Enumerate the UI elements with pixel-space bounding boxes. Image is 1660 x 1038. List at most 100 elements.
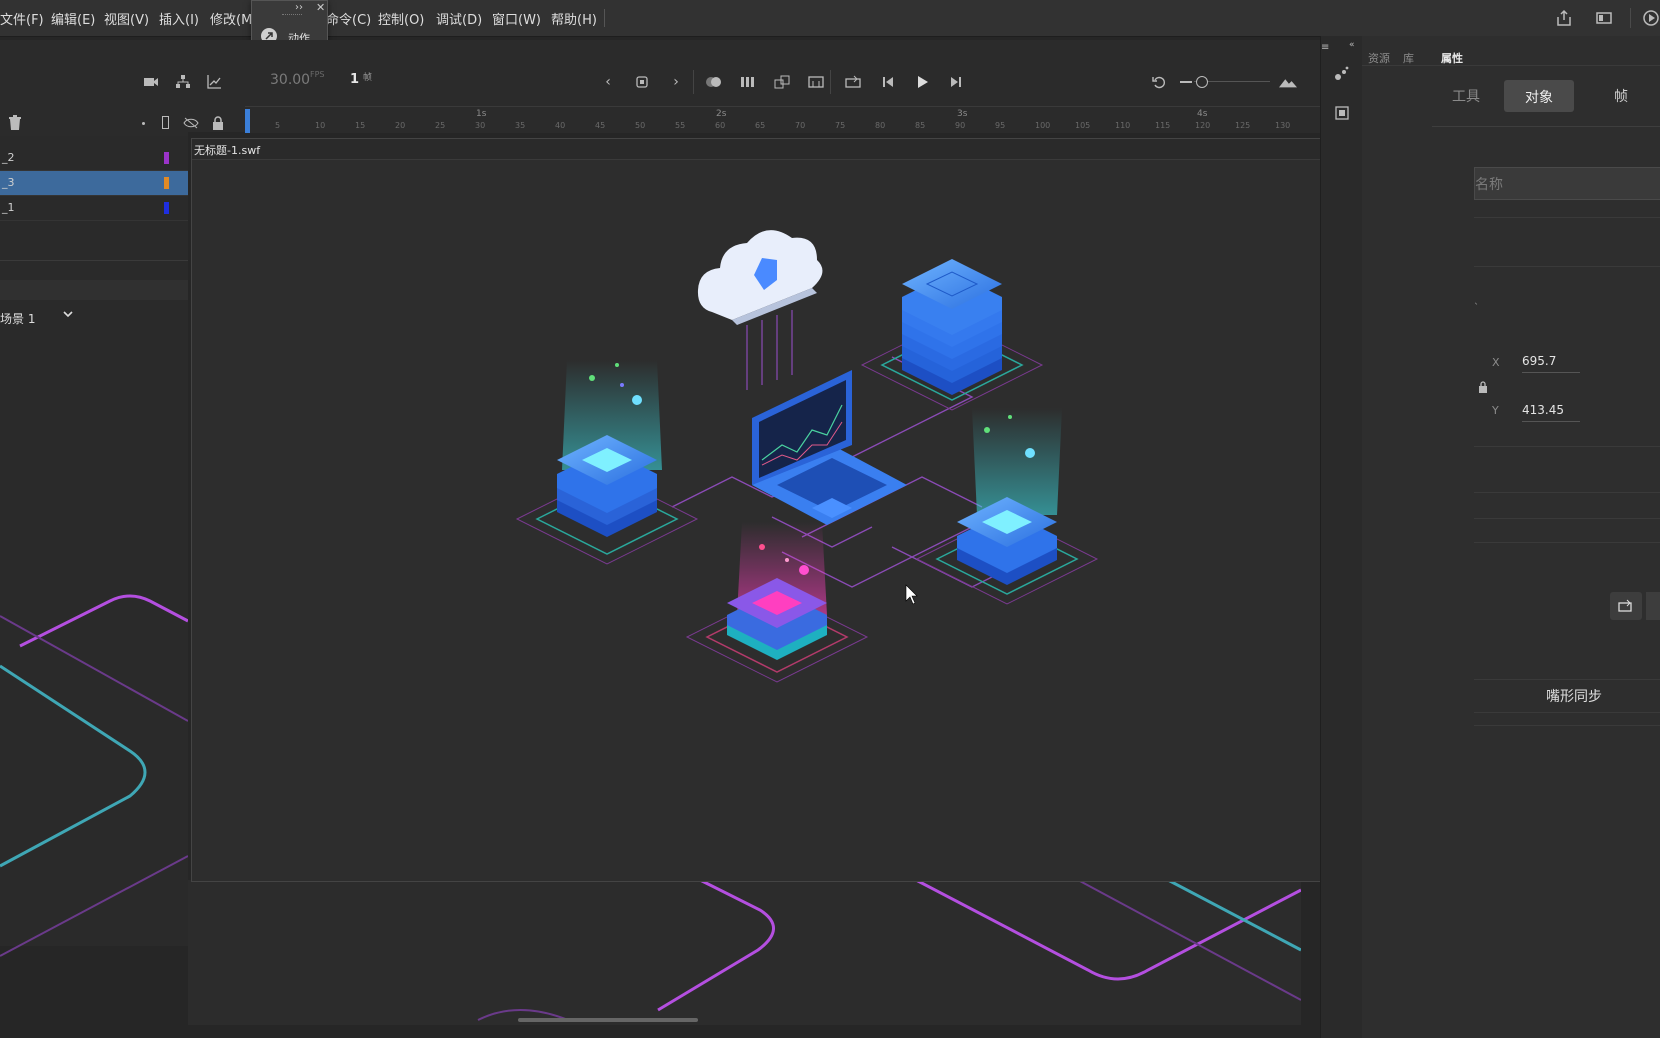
menu-modify[interactable]: 修改(M: [210, 9, 252, 28]
hamburger-icon[interactable]: ≡: [1321, 42, 1329, 53]
horizontal-scrollbar[interactable]: [518, 1018, 698, 1022]
step-back-icon[interactable]: [879, 73, 897, 91]
next-keyframe-icon[interactable]: ›: [667, 73, 685, 91]
name-input[interactable]: 名称: [1474, 167, 1660, 200]
menu-divider: [604, 9, 605, 27]
frame-tick-label: 115: [1155, 121, 1171, 130]
tab-properties[interactable]: 属性: [1441, 50, 1463, 66]
layer-row-selected[interactable]: _3: [0, 171, 188, 196]
play-icon[interactable]: [913, 73, 931, 91]
undo-zoom-icon[interactable]: [1150, 73, 1168, 91]
menu-control[interactable]: 控制(O): [378, 9, 424, 28]
layer-row[interactable]: _1: [0, 196, 188, 221]
close-icon[interactable]: ✕: [316, 1, 325, 14]
frame-tick-label: 100: [1035, 121, 1051, 130]
layer-row[interactable]: _2: [0, 146, 188, 171]
frame-tick-label: 125: [1235, 121, 1251, 130]
layer-color-swatch[interactable]: [164, 202, 169, 214]
divider: [1474, 542, 1660, 543]
timeline-ruler[interactable]: 1s 2s 3s 4s 5 10 15 20 25 30 35 40 45 50 55 60 65 70 7…: [245, 106, 1320, 133]
share-icon[interactable]: [1555, 9, 1573, 27]
insert-frame-icon[interactable]: [807, 73, 825, 91]
x-value-input[interactable]: 695.7: [1522, 354, 1580, 373]
insert-keyframe-icon[interactable]: [633, 73, 651, 91]
menu-insert[interactable]: 插入(I): [159, 9, 199, 28]
prev-keyframe-icon[interactable]: ‹: [599, 73, 617, 91]
frame-value[interactable]: 1: [350, 72, 359, 87]
menu-view[interactable]: 视图(V): [104, 9, 149, 28]
layer-name: _1: [2, 201, 15, 214]
swap-button[interactable]: [1610, 592, 1642, 620]
tab-library[interactable]: 库: [1403, 50, 1414, 66]
fps-unit: FPS: [310, 70, 325, 79]
subtab-frame[interactable]: 帧: [1614, 86, 1628, 106]
divider: [1474, 712, 1660, 713]
collapse-panel-icon[interactable]: «: [1349, 40, 1355, 50]
frame-tick-label: 105: [1075, 121, 1091, 130]
playhead[interactable]: [245, 109, 250, 133]
layer-divider: [0, 260, 188, 261]
frame-tick-label: 70: [795, 121, 806, 130]
subtab-object[interactable]: 对象: [1525, 87, 1553, 107]
isometric-network-illustration: [515, 230, 1099, 683]
menu-help[interactable]: 帮助(H): [551, 9, 597, 28]
layout-icon[interactable]: [1595, 9, 1613, 27]
menu-file[interactable]: 文件(F): [0, 9, 44, 28]
small-caret-icon[interactable]: ˎ: [1474, 294, 1479, 305]
frame-tick-label: 95: [995, 121, 1006, 130]
divider: [1474, 266, 1660, 267]
stage-canvas[interactable]: [188, 880, 1301, 1025]
frame-tick-label: 65: [755, 121, 766, 130]
tab-assets[interactable]: 资源: [1368, 50, 1390, 66]
second-mark-4: 4s: [1197, 109, 1208, 119]
swf-titlebar[interactable]: 无标题-1.swf – □ ✕: [192, 139, 1474, 160]
properties-panel: 资源 库 属性 工具 对象 帧 名称 ˎ X 695.7 Y 413.45 嘴形…: [1362, 36, 1660, 1038]
grip-icon[interactable]: [282, 14, 302, 17]
toolbar-divider-2: [830, 70, 831, 94]
chevron-down-icon[interactable]: [62, 308, 74, 322]
mountains-icon[interactable]: [1279, 73, 1297, 91]
frame-tick-label: 85: [915, 121, 926, 130]
graph-icon[interactable]: [205, 73, 223, 91]
subtab-tools[interactable]: 工具: [1452, 86, 1480, 106]
dock-strip: « ≡: [1320, 36, 1364, 1038]
menu-edit[interactable]: 编辑(E): [51, 9, 95, 28]
edit-multiple-icon[interactable]: [739, 73, 757, 91]
subtab-object-active[interactable]: 对象: [1504, 80, 1574, 112]
dot-icon[interactable]: [142, 122, 145, 125]
layer-color-swatch[interactable]: [164, 177, 169, 189]
menu-window[interactable]: 窗口(W): [492, 9, 541, 28]
layer-color-swatch[interactable]: [164, 152, 169, 164]
camera-icon[interactable]: [142, 73, 160, 91]
menu-debug[interactable]: 调试(D): [436, 9, 482, 28]
zoom-slider-thumb[interactable]: [1196, 76, 1208, 88]
play-button[interactable]: [1646, 592, 1660, 620]
outline-icon[interactable]: [162, 116, 169, 129]
eye-hidden-icon[interactable]: [182, 114, 200, 132]
publish-play-icon[interactable]: [1642, 9, 1660, 27]
divider: [1474, 679, 1660, 680]
scene-label[interactable]: 场景 1: [0, 310, 35, 327]
zoom-out-icon[interactable]: [1180, 81, 1192, 83]
fps-value[interactable]: 30.00: [270, 72, 310, 88]
motion-presets-icon[interactable]: [1333, 64, 1351, 82]
swf-preview-window: 无标题-1.swf – □ ✕: [191, 138, 1475, 882]
frame-tick-label: 25: [435, 121, 446, 130]
delete-layer-icon[interactable]: [6, 114, 24, 132]
onion-skin-icon[interactable]: [705, 73, 723, 91]
expand-icon[interactable]: ››: [295, 2, 303, 13]
frame-picker-icon[interactable]: [1333, 104, 1351, 122]
lip-sync-button[interactable]: 嘴形同步: [1546, 686, 1602, 706]
y-value-input[interactable]: 413.45: [1522, 403, 1580, 422]
divider: [1474, 518, 1660, 519]
tween-icon[interactable]: [773, 73, 791, 91]
hierarchy-icon[interactable]: [174, 73, 192, 91]
loop-icon[interactable]: [844, 73, 862, 91]
constrain-lock-icon[interactable]: [1478, 378, 1488, 397]
lock-icon[interactable]: [209, 114, 227, 132]
scrollbar-track[interactable]: [0, 280, 188, 300]
step-forward-icon[interactable]: [947, 73, 965, 91]
layer-toolbar: [0, 110, 199, 136]
swf-title: 无标题-1.swf: [194, 144, 261, 157]
menu-commands[interactable]: 命令(C): [326, 9, 371, 28]
